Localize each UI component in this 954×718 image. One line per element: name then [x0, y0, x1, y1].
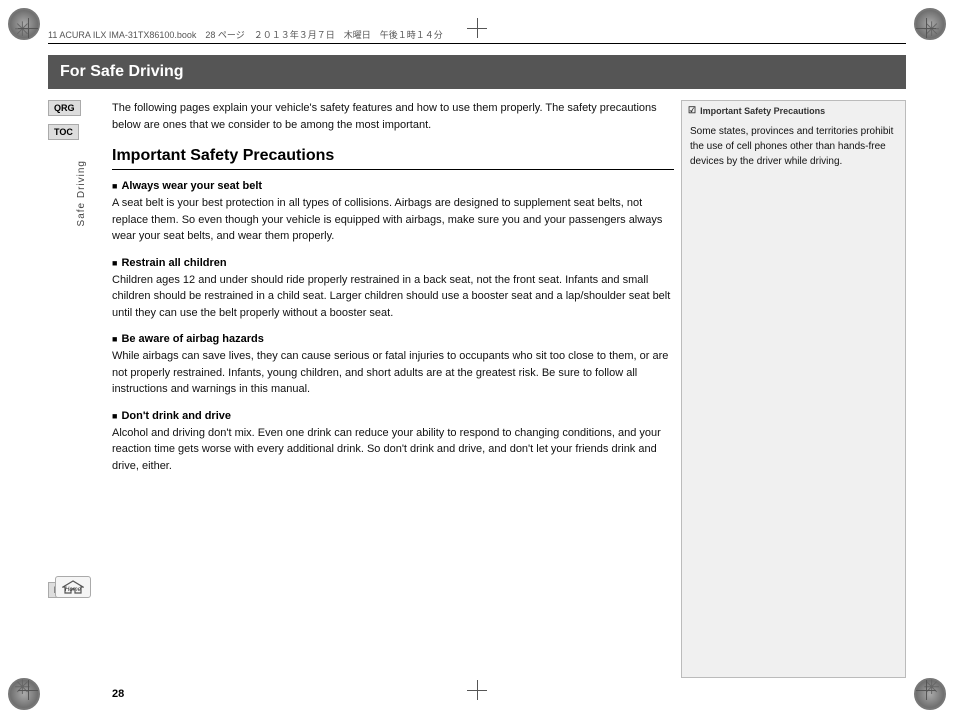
subsection-body-1: A seat belt is your best protection in a…	[112, 195, 674, 245]
crosshair-tr	[916, 18, 936, 38]
subsection-body-4: Alcohol and driving don't mix. Even one …	[112, 425, 674, 475]
svg-text:Home: Home	[65, 587, 82, 593]
home-icon-area[interactable]: Home	[55, 576, 91, 598]
subsection-drink-drive: Don't drink and drive Alcohol and drivin…	[112, 410, 674, 475]
main-content: The following pages explain your vehicle…	[112, 100, 674, 678]
right-panel-header: Important Safety Precautions	[682, 101, 905, 120]
qrg-badge[interactable]: QRG	[48, 100, 81, 116]
right-panel-body: Some states, provinces and territories p…	[682, 120, 905, 173]
subsection-body-3: While airbags can save lives, they can c…	[112, 348, 674, 398]
top-info-bar: 11 ACURA ILX IMA-31TX86100.book 28 ページ ２…	[48, 28, 906, 44]
header-banner: For Safe Driving	[48, 55, 906, 89]
subsection-airbag: Be aware of airbag hazards While airbags…	[112, 333, 674, 398]
subsection-title-1: Always wear your seat belt	[112, 180, 674, 192]
subsection-title-2: Restrain all children	[112, 257, 674, 269]
page-number: 28	[112, 688, 124, 700]
subsection-seat-belt: Always wear your seat belt A seat belt i…	[112, 180, 674, 245]
crosshair-br	[916, 680, 936, 700]
top-info-text: 11 ACURA ILX IMA-31TX86100.book 28 ページ ２…	[48, 30, 443, 40]
subsection-children: Restrain all children Children ages 12 a…	[112, 257, 674, 322]
header-title: For Safe Driving	[60, 63, 184, 81]
subsection-title-3: Be aware of airbag hazards	[112, 333, 674, 345]
right-panel: Important Safety Precautions Some states…	[681, 100, 906, 678]
toc-vertical-label: Safe Driving	[76, 160, 87, 226]
intro-text: The following pages explain your vehicle…	[112, 100, 674, 133]
subsection-title-4: Don't drink and drive	[112, 410, 674, 422]
crosshair-bc	[467, 680, 487, 700]
toc-badge[interactable]: TOC	[48, 124, 79, 140]
crosshair-bl	[18, 680, 38, 700]
subsection-body-2: Children ages 12 and under should ride p…	[112, 272, 674, 322]
section-title: Important Safety Precautions	[112, 147, 674, 170]
crosshair-tl	[18, 18, 38, 38]
home-icon: Home	[62, 580, 84, 594]
